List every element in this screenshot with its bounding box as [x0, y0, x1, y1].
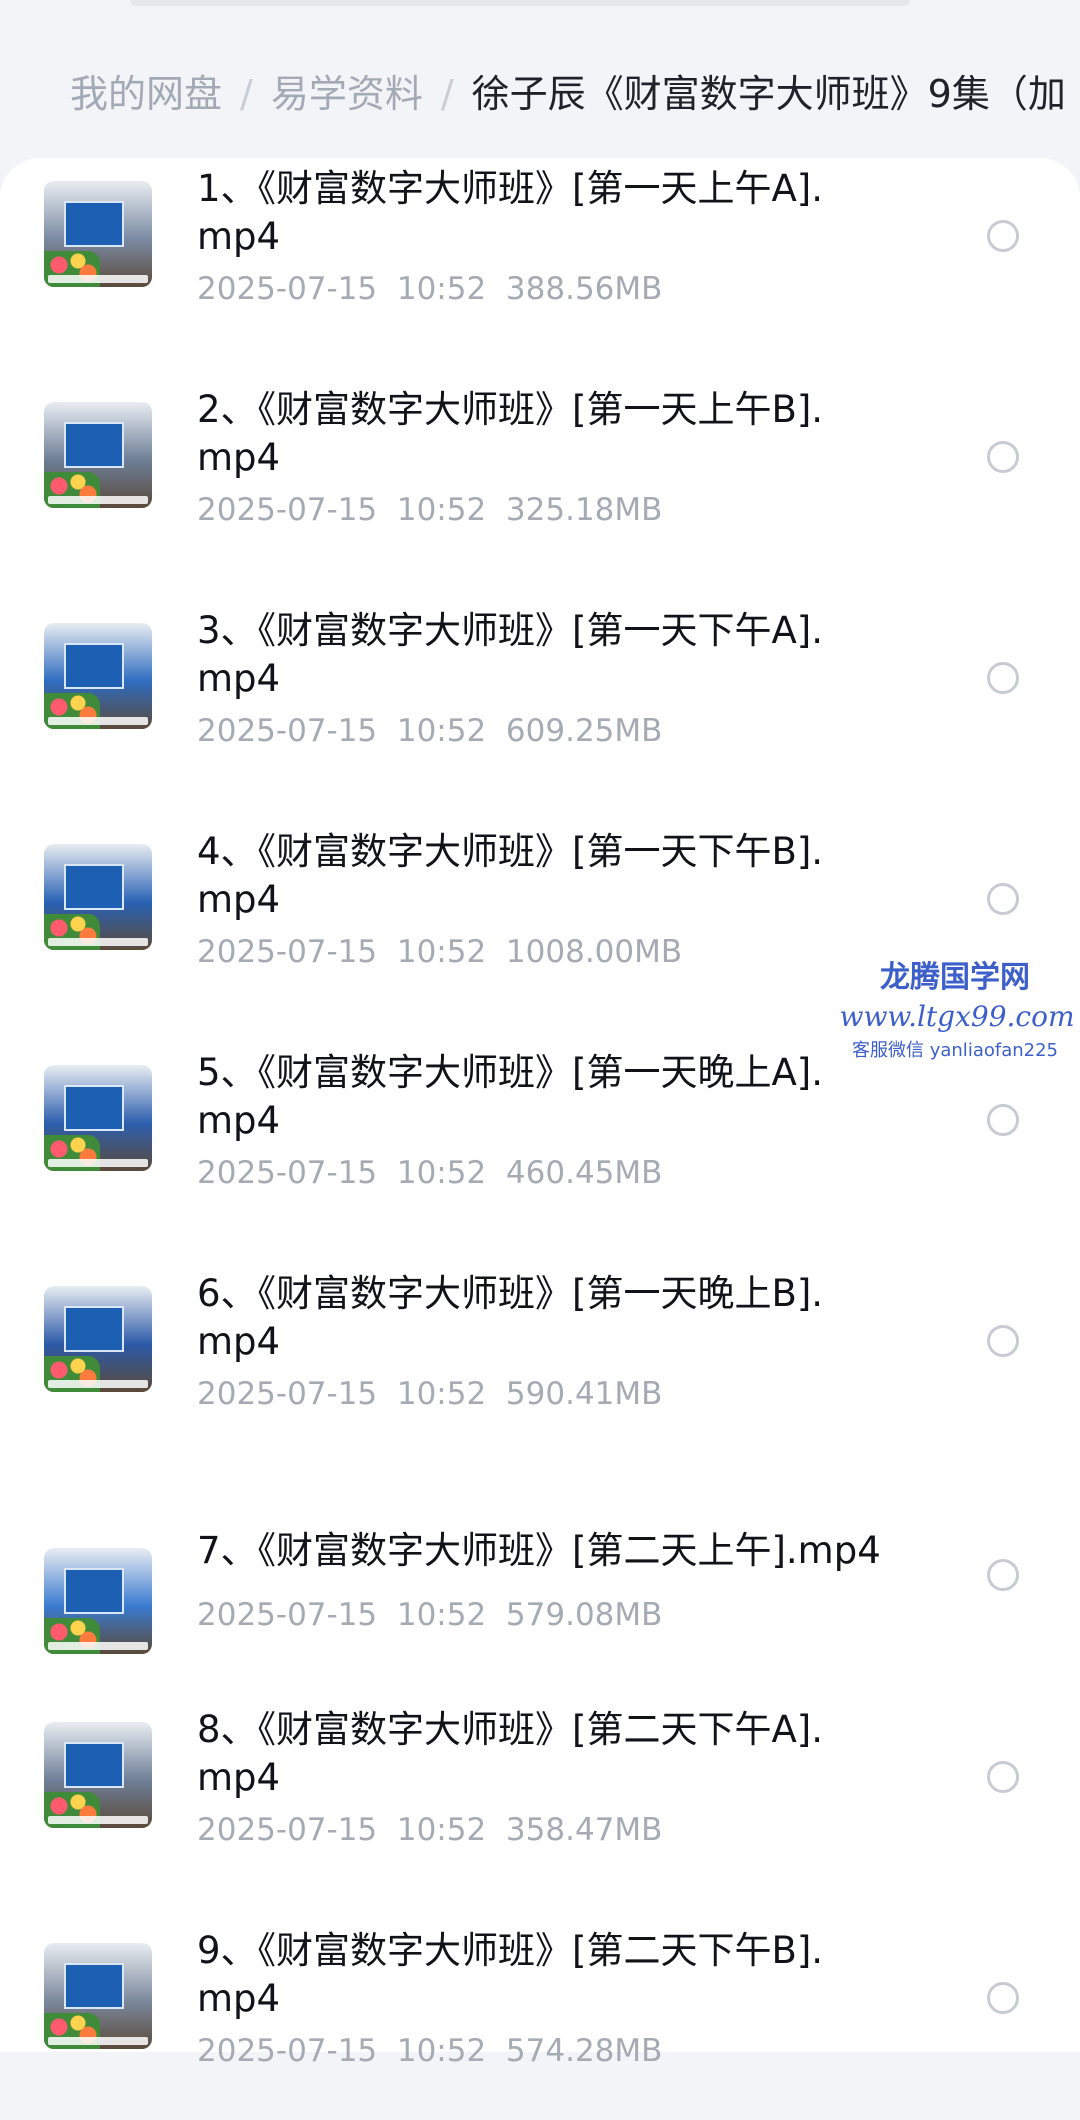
file-meta: 2025-07-15 10:52 460.45MB [197, 1153, 662, 1193]
file-date: 2025-07-15 10:52 [197, 2033, 487, 2069]
file-name: 5、《财富数字大师班》[第一天晚上A].mp4 [197, 1051, 823, 1142]
file-name: 1、《财富数字大师班》[第一天上午A].mp4 [197, 167, 823, 258]
breadcrumb-separator: / [440, 72, 454, 116]
breadcrumb-item-yixue-materials[interactable]: 易学资料 [271, 68, 423, 120]
video-thumbnail-icon [44, 1286, 152, 1392]
video-thumbnail-icon [44, 1943, 152, 2049]
file-name: 8、《财富数字大师班》[第二天下午A].mp4 [197, 1708, 823, 1799]
file-date: 2025-07-15 10:52 [197, 1597, 487, 1633]
file-name: 4、《财富数字大师班》[第一天下午B].mp4 [197, 830, 824, 921]
file-size: 358.47MB [505, 1812, 663, 1848]
file-meta: 2025-07-15 10:52 590.41MB [197, 1374, 662, 1414]
watermark: 龙腾国学网 www.ltgx99.com 客服微信 yanliaofan225 [830, 958, 1080, 1066]
select-radio[interactable] [987, 662, 1019, 694]
file-name: 6、《财富数字大师班》[第一天晚上B].mp4 [197, 1272, 824, 1363]
video-thumbnail-icon [44, 844, 152, 950]
file-name: 9、《财富数字大师班》[第二天下午B].mp4 [197, 1929, 824, 2020]
file-size: 460.45MB [505, 1155, 663, 1191]
file-date: 2025-07-15 10:52 [197, 1155, 487, 1191]
watermark-url: www.ltgx99.com [839, 1000, 1075, 1033]
file-date: 2025-07-15 10:52 [197, 1376, 487, 1412]
file-size: 609.25MB [505, 713, 663, 749]
video-thumbnail-icon [44, 1722, 152, 1828]
select-radio[interactable] [987, 1982, 1019, 2014]
file-name: 2、《财富数字大师班》[第一天上午B].mp4 [197, 388, 824, 479]
file-date: 2025-07-15 10:52 [197, 713, 487, 749]
video-thumbnail-icon [44, 1065, 152, 1171]
top-handle [130, 0, 910, 6]
file-row[interactable]: 6、《财富数字大师班》[第一天晚上B].mp4 2025-07-15 10:52 … [0, 1263, 1080, 1463]
select-radio[interactable] [987, 883, 1019, 915]
file-size: 1008.00MB [505, 934, 683, 970]
file-size: 579.08MB [505, 1597, 663, 1633]
file-name: 3、《财富数字大师班》[第一天下午A].mp4 [197, 609, 823, 700]
file-size: 574.28MB [505, 2033, 663, 2069]
file-meta: 2025-07-15 10:52 358.47MB [197, 1810, 662, 1850]
file-meta: 2025-07-15 10:52 609.25MB [197, 711, 662, 751]
file-list: 1、《财富数字大师班》[第一天上午A].mp4 2025-07-15 10:52 … [0, 158, 1080, 2069]
select-radio[interactable] [987, 1325, 1019, 1357]
video-thumbnail-icon [44, 1548, 152, 1654]
select-radio[interactable] [987, 1761, 1019, 1793]
breadcrumb: 我的网盘 / 易学资料 / 徐子辰《财富数字大师班》9集（加 [70, 68, 1080, 120]
video-thumbnail-icon [44, 402, 152, 508]
watermark-title: 龙腾国学网 [880, 960, 1030, 995]
file-row[interactable]: 5、《财富数字大师班》[第一天晚上A].mp4 2025-07-15 10:52 … [0, 1042, 1080, 1242]
file-row[interactable]: 8、《财富数字大师班》[第二天下午A].mp4 2025-07-15 10:52 … [0, 1699, 1080, 1899]
select-radio[interactable] [987, 1559, 1019, 1591]
video-thumbnail-icon [44, 181, 152, 287]
file-row[interactable]: 1、《财富数字大师班》[第一天上午A].mp4 2025-07-15 10:52 … [0, 158, 1080, 358]
breadcrumb-item-my-drive[interactable]: 我的网盘 [70, 68, 222, 120]
file-date: 2025-07-15 10:52 [197, 934, 487, 970]
breadcrumb-current-folder: 徐子辰《财富数字大师班》9集（加 [471, 72, 1066, 116]
select-radio[interactable] [987, 1104, 1019, 1136]
file-size: 388.56MB [505, 271, 663, 307]
file-row[interactable]: 7、《财富数字大师班》[第二天上午].mp4 2025-07-15 10:52 5… [0, 1484, 1080, 1684]
file-row[interactable]: 9、《财富数字大师班》[第二天下午B].mp4 2025-07-15 10:52 … [0, 1920, 1080, 2120]
breadcrumb-separator: / [240, 72, 253, 116]
file-date: 2025-07-15 10:52 [197, 1812, 487, 1848]
select-radio[interactable] [987, 220, 1019, 252]
video-thumbnail-icon [44, 623, 152, 729]
file-meta: 2025-07-15 10:52 325.18MB [197, 490, 662, 530]
file-meta: 2025-07-15 10:52 574.28MB [197, 2031, 662, 2071]
file-size: 325.18MB [505, 492, 663, 528]
file-meta: 2025-07-15 10:52 579.08MB [197, 1595, 662, 1635]
select-radio[interactable] [987, 441, 1019, 473]
file-meta: 2025-07-15 10:52 1008.00MB [197, 932, 682, 972]
file-date: 2025-07-15 10:52 [197, 271, 487, 307]
file-date: 2025-07-15 10:52 [197, 492, 487, 528]
file-size: 590.41MB [505, 1376, 663, 1412]
file-meta: 2025-07-15 10:52 388.56MB [197, 269, 662, 309]
file-name: 7、《财富数字大师班》[第二天上午].mp4 [197, 1529, 881, 1572]
watermark-contact: 客服微信 yanliaofan225 [852, 1040, 1058, 1061]
file-row[interactable]: 3、《财富数字大师班》[第一天下午A].mp4 2025-07-15 10:52 … [0, 600, 1080, 800]
file-row[interactable]: 2、《财富数字大师班》[第一天上午B].mp4 2025-07-15 10:52 … [0, 379, 1080, 579]
